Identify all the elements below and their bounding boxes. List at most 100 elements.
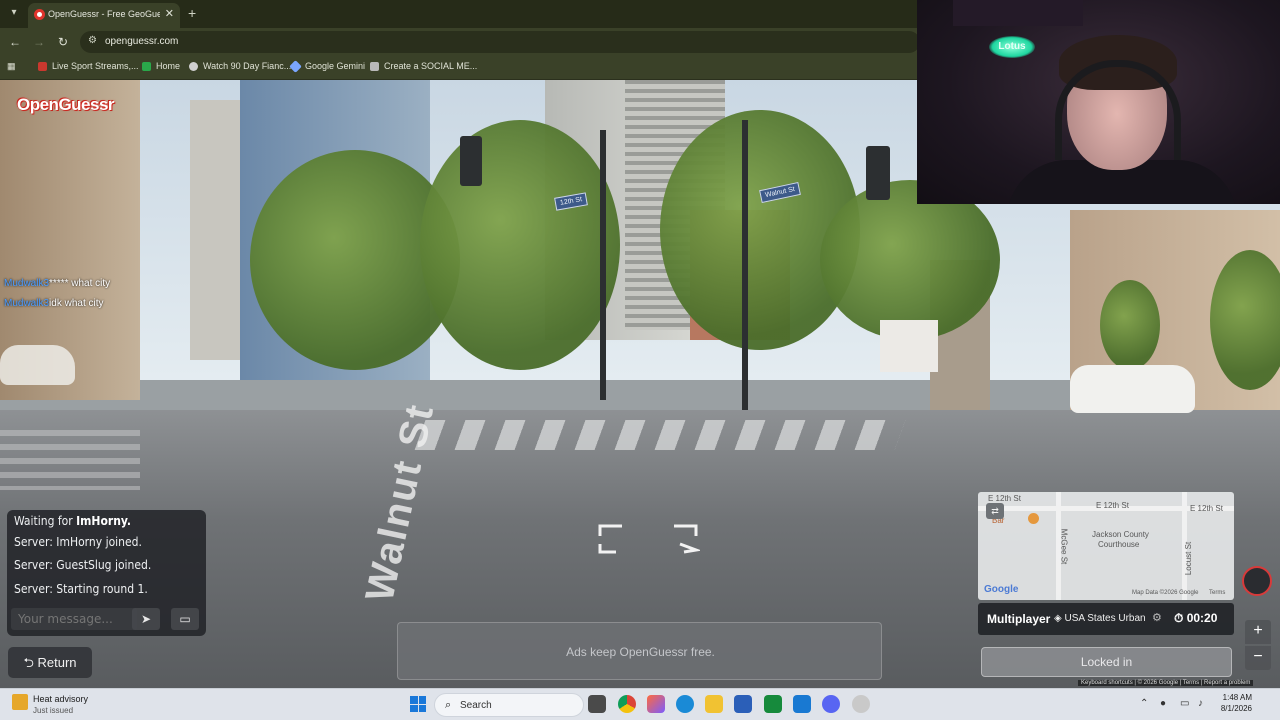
openguessr-logo[interactable]: OpenGuessr [17,95,115,115]
globe-icon [189,61,198,71]
return-arrow-icon: ⮌ [23,655,38,670]
map-name[interactable]: ◈ USA States Urban [1054,613,1146,624]
taskbar-time[interactable]: 1:48 AM [1222,693,1252,702]
send-icon: ➤ [140,612,152,626]
edge-icon[interactable] [676,695,694,713]
openguessr-favicon-icon [34,9,45,20]
expand-chat-button[interactable]: ▭ [171,608,199,630]
box-truck [880,320,938,372]
zoom-in-button[interactable]: + [1245,620,1271,644]
site-info-icon[interactable]: ⚙ [88,35,97,46]
weather-alert-icon[interactable] [12,694,28,710]
bookmark-live-sport[interactable]: Live Sport Streams,... [38,61,139,71]
bookmark-90-day[interactable]: Watch 90 Day Fianc... [189,61,291,71]
new-tab-button[interactable]: + [188,5,196,21]
bookmark-social-media[interactable]: Create a SOCIAL ME... [370,61,477,71]
overlay-chat-text: ***** what city [49,278,111,289]
zoom-out-button[interactable]: − [1245,646,1271,670]
traffic-light-icon [460,136,482,186]
map-street-label: E 12th St [1096,501,1129,510]
page-favicon-icon [370,61,379,71]
gemini-icon [289,59,302,73]
network-icon[interactable]: ▭ [1180,698,1189,709]
xbox-icon[interactable] [764,695,782,713]
copilot-icon[interactable] [647,695,665,713]
locked-in-button[interactable]: Locked in [981,647,1232,677]
chat-message-input[interactable] [11,608,137,630]
map-poi-label: Courthouse [1098,540,1140,549]
forward-button[interactable]: → [31,34,47,50]
chat-expand-icon: ▭ [179,612,191,626]
taskbar-search[interactable]: ⌕ Search [434,693,584,717]
map-name-label: USA States Urban [1064,613,1146,624]
chat-message: Server: ImHorny joined. [14,535,142,549]
windows-taskbar: Heat advisory Just issued ⌕ Search ⌃ ● ▭… [0,688,1280,720]
game-info-bar: Multiplayer ◈ USA States Urban ⚙ ⏱ 00:20 [978,603,1234,635]
back-button[interactable]: ← [7,34,23,50]
light-pole [742,120,748,410]
navigation-arrow-icon[interactable] [596,522,700,554]
game-chat-panel: Waiting for ImHorny. Server: ImHorny joi… [7,510,206,636]
send-message-button[interactable]: ➤ [132,608,160,630]
tab-title: OpenGuessr - Free GeoGuessr [48,9,160,19]
bookmark-label: Live Sport Streams,... [52,61,139,71]
browser-tab-openguessr[interactable]: OpenGuessr - Free GeoGuessr ✕ [28,3,180,28]
reload-button[interactable]: ↻ [55,34,71,50]
windows-start-icon[interactable] [410,696,426,712]
return-label: Return [37,655,77,670]
timer-icon: ⏱ [1174,611,1187,625]
home-favicon-icon [142,61,151,71]
webcam-shelf [953,0,1083,26]
chat-waiting-prefix: Waiting for [14,514,73,528]
crosswalk [414,420,906,450]
apps-grid-icon[interactable]: ▦ [7,61,16,72]
overlay-chat-user: Mudwalk3 [4,298,50,309]
app-icon[interactable] [852,695,870,713]
bookmark-label: Watch 90 Day Fianc... [203,61,292,71]
bookmark-home[interactable]: Home [142,61,180,71]
white-car [1070,365,1195,413]
chrome-icon[interactable] [618,695,636,713]
map-poi-pin-icon [1028,513,1039,524]
chat-message: Server: Starting round 1. [14,582,148,596]
search-label: Search [460,700,492,711]
map-street-label: McGee St [1059,528,1069,565]
traffic-light-icon [866,146,890,200]
settings-icon[interactable]: ⚙ [1152,611,1162,624]
taskbar-date[interactable]: 8/1/2026 [1212,704,1252,713]
chat-message: Server: GuestSlug joined. [14,558,152,572]
mail-icon[interactable] [793,695,811,713]
return-button[interactable]: ⮌ Return [8,647,92,678]
tab-search-button[interactable]: ▾ [6,5,22,21]
weather-subtitle: Just issued [33,706,74,715]
tree [1100,280,1160,370]
ad-banner: Ads keep OpenGuessr free. [397,622,882,680]
neon-sign: Lotus [989,36,1035,58]
traffic-pole [600,130,606,400]
live-icon [38,61,47,71]
chat-waiting-user: ImHorny. [76,514,131,528]
weather-title[interactable]: Heat advisory [33,694,88,704]
volume-icon[interactable]: ♪ [1198,698,1203,709]
bookmark-label: Home [156,61,181,71]
map-poi-label: Jackson County [1092,530,1149,539]
task-view-icon[interactable] [588,695,606,713]
store-icon[interactable] [734,695,752,713]
discord-icon[interactable] [822,695,840,713]
address-bar[interactable]: ⚙ openguessr.com [80,31,920,53]
close-tab-icon[interactable]: ✕ [165,7,174,20]
file-explorer-icon[interactable] [705,695,723,713]
minimap-expand-icon[interactable]: ⇄ [986,503,1004,519]
timer-value: 00:20 [1186,611,1218,625]
bookmark-gemini[interactable]: Google Gemini [289,59,365,73]
microphone-icon[interactable]: ● [1160,698,1166,709]
bookmark-label: Create a SOCIAL ME... [384,61,478,71]
guess-minimap[interactable]: E 12th St E 12th St E 12th St McGee St L… [978,492,1234,600]
chat-waiting-line: Waiting for ImHorny. [14,514,131,528]
crosswalk [0,430,140,490]
player-avatar-icon[interactable] [1242,566,1272,596]
show-hidden-icons[interactable]: ⌃ [1140,698,1148,709]
tree [1210,250,1280,390]
google-footer-links[interactable]: Keyboard shortcuts | © 2026 Google | Ter… [1078,680,1254,686]
map-terms-link[interactable]: Terms [1209,590,1225,596]
